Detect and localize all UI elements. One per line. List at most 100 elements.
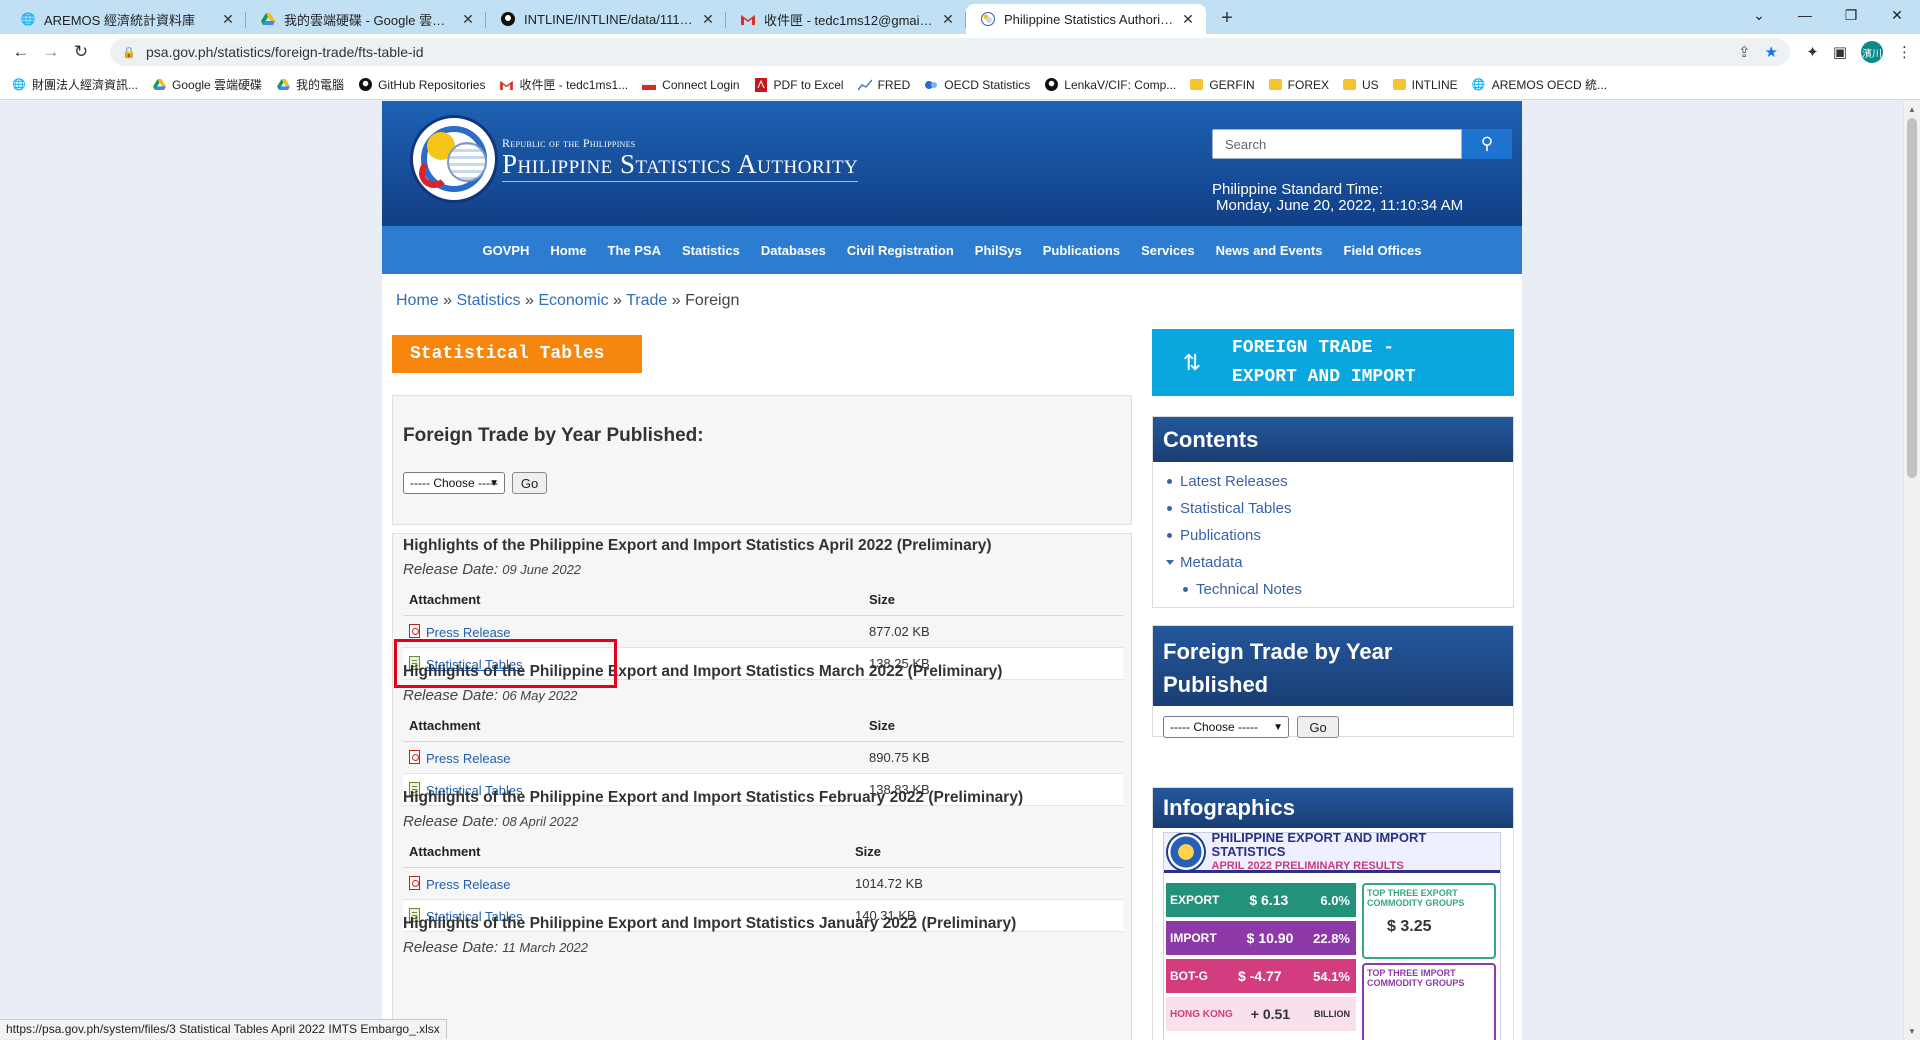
breadcrumb-economic[interactable]: Economic <box>538 292 608 309</box>
bookmark-folder[interactable]: INTLINE <box>1392 78 1458 92</box>
bookmark-item[interactable]: 我的電腦 <box>276 76 344 93</box>
close-icon[interactable]: ✕ <box>220 11 236 27</box>
globe-icon: 🌐 <box>12 79 26 91</box>
press-release-link[interactable]: Press Release <box>426 751 511 766</box>
breadcrumb-current: Foreign <box>685 292 740 309</box>
forward-icon[interactable]: → <box>36 37 66 67</box>
back-icon[interactable]: ← <box>6 37 36 67</box>
nav-the-psa[interactable]: The PSA <box>597 243 671 258</box>
extensions-icon[interactable]: ✦ <box>1806 43 1819 61</box>
search-button[interactable]: ⚲ <box>1462 129 1512 159</box>
new-tab-button[interactable]: + <box>1212 3 1242 33</box>
bookmark-item[interactable]: GitHub Repositories <box>358 78 485 92</box>
nav-statistics[interactable]: Statistics <box>672 243 751 258</box>
nav-philsys[interactable]: PhilSys <box>964 243 1032 258</box>
nav-news-and-events[interactable]: News and Events <box>1205 243 1333 258</box>
minimize-button[interactable]: — <box>1782 0 1828 30</box>
nav-databases[interactable]: Databases <box>750 243 836 258</box>
bookmark-item[interactable]: 收件匣 - tedc1ms1... <box>499 76 628 93</box>
scrollbar-thumb[interactable] <box>1907 118 1917 478</box>
site-title[interactable]: Philippine Statistics Authority <box>502 149 859 182</box>
avatar[interactable]: 濱川 <box>1861 41 1883 63</box>
browser-tab-active[interactable]: Philippine Statistics Authority | ✕ <box>966 4 1206 34</box>
globe-icon: 🌐 <box>1471 79 1486 91</box>
browser-tab[interactable]: 🌐 AREMOS 經濟統計資料庫 ✕ <box>6 4 246 34</box>
close-icon[interactable]: ✕ <box>1180 11 1196 27</box>
close-icon[interactable]: ✕ <box>700 11 716 27</box>
search-input[interactable]: Search <box>1212 129 1462 159</box>
reload-icon[interactable]: ↻ <box>66 37 96 67</box>
side-panel-icon[interactable]: ▣ <box>1833 43 1847 61</box>
contents-item[interactable]: Metadata <box>1166 549 1513 576</box>
browser-tab[interactable]: INTLINE/INTLINE/data/111/BE/ ✕ <box>486 4 726 34</box>
releases-panel: Highlights of the Philippine Export and … <box>392 533 1132 1040</box>
foreign-trade-banner[interactable]: ⇅ FOREIGN TRADE - EXPORT AND IMPORT <box>1152 329 1514 396</box>
nav-services[interactable]: Services <box>1131 243 1206 258</box>
year-published-heading: Foreign Trade by Year Published <box>1153 626 1513 706</box>
bookmark-item[interactable]: 🌐 財團法人經濟資訊... <box>12 76 138 93</box>
bookmark-folder[interactable]: GERFIN <box>1190 78 1255 92</box>
page-scrollbar[interactable]: ▲ ▼ <box>1903 101 1920 1040</box>
close-icon[interactable]: ✕ <box>940 11 956 27</box>
url-field[interactable]: 🔒 psa.gov.ph/statistics/foreign-trade/ft… <box>110 38 1790 66</box>
size-header: Size <box>849 836 1123 868</box>
contents-item[interactable]: Statistical Tables <box>1167 495 1513 522</box>
contents-list: Latest Releases Statistical Tables Publi… <box>1153 462 1513 609</box>
contents-subitem[interactable]: Technical Notes <box>1167 576 1513 603</box>
bookmark-item[interactable]: Connect Login <box>642 78 740 92</box>
nav-home[interactable]: Home <box>540 243 597 258</box>
breadcrumb-separator: » <box>671 292 681 309</box>
nav-field-offices[interactable]: Field Offices <box>1333 243 1432 258</box>
chevron-down-icon: ▼ <box>489 477 499 489</box>
breadcrumb: Home » Statistics » Economic » Trade » F… <box>396 292 739 310</box>
pdf-file-icon <box>409 749 420 764</box>
year-filter-heading: Foreign Trade by Year Published: <box>403 425 704 446</box>
bookmark-folder[interactable]: FOREX <box>1268 78 1329 92</box>
browser-tab[interactable]: 收件匣 - tedc1ms12@gmail.com ✕ <box>726 4 966 34</box>
close-window-button[interactable]: ✕ <box>1874 0 1920 30</box>
release-item: Highlights of the Philippine Export and … <box>403 537 1123 680</box>
go-button[interactable]: Go <box>1297 716 1339 738</box>
nav-govph[interactable]: GOVPH <box>472 243 540 258</box>
scroll-up-icon[interactable]: ▲ <box>1908 105 1916 114</box>
bookmark-folder[interactable]: US <box>1343 78 1379 92</box>
restore-button[interactable]: ❐ <box>1828 0 1874 30</box>
bookmark-item[interactable]: FRED <box>857 78 910 92</box>
infographic-title: PHILIPPINE EXPORT AND IMPORT STATISTICS <box>1211 832 1427 859</box>
contents-item[interactable]: Latest Releases <box>1167 468 1513 495</box>
press-release-link[interactable]: Press Release <box>426 625 511 640</box>
press-release-link[interactable]: Press Release <box>426 877 511 892</box>
browser-tab[interactable]: 我的雲端硬碟 - Google 雲端硬碟 ✕ <box>246 4 486 34</box>
infographic-image[interactable]: PHILIPPINE EXPORT AND IMPORT STATISTICS A… <box>1163 832 1501 1040</box>
status-bar-url: https://psa.gov.ph/system/files/3 Statis… <box>0 1019 447 1039</box>
tab-search-icon[interactable]: ⌄ <box>1736 0 1782 30</box>
infographic-row: HONG KONG + 0.51 BILLION <box>1166 997 1356 1031</box>
bookmark-item[interactable]: OECD Statistics <box>924 78 1030 92</box>
bookmark-star-icon[interactable]: ★ <box>1765 43 1778 61</box>
nav-civil-registration[interactable]: Civil Registration <box>836 243 964 258</box>
release-item: Highlights of the Philippine Export and … <box>403 663 1123 806</box>
go-button[interactable]: Go <box>512 472 547 494</box>
github-icon <box>1044 78 1058 92</box>
size-header: Size <box>863 710 1123 742</box>
breadcrumb-home[interactable]: Home <box>396 292 439 309</box>
bookmark-item[interactable]: 🌐 AREMOS OECD 統... <box>1472 76 1607 93</box>
psa-logo[interactable] <box>410 115 498 203</box>
year-select[interactable]: ----- Choose ----- ▼ <box>1163 716 1289 738</box>
breadcrumb-trade[interactable]: Trade <box>626 292 667 309</box>
bookmark-item[interactable]: Google 雲端硬碟 <box>152 76 262 93</box>
pdf-file-icon <box>409 623 420 638</box>
share-icon[interactable]: ⇪ <box>1738 43 1751 61</box>
breadcrumb-statistics[interactable]: Statistics <box>457 292 521 309</box>
menu-icon[interactable]: ⋮ <box>1897 43 1912 61</box>
bookmark-item[interactable]: PDF to Excel <box>754 77 844 92</box>
bookmark-item[interactable]: LenkaV/CIF: Comp... <box>1044 78 1176 92</box>
infographics-heading: Infographics <box>1153 788 1513 828</box>
lock-icon: 🔒 <box>122 46 136 59</box>
close-icon[interactable]: ✕ <box>460 11 476 27</box>
year-select[interactable]: ----- Choose ----- ▼ <box>403 472 505 494</box>
github-icon <box>500 11 516 27</box>
contents-item[interactable]: Publications <box>1167 522 1513 549</box>
scroll-down-icon[interactable]: ▼ <box>1908 1027 1916 1036</box>
nav-publications[interactable]: Publications <box>1032 243 1130 258</box>
